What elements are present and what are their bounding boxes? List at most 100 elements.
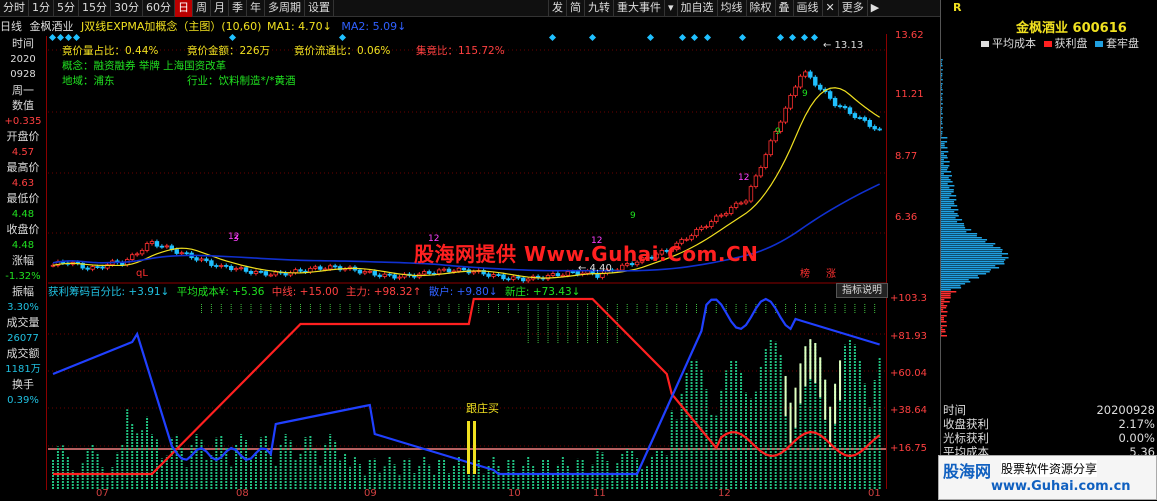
function-button[interactable]: ✕ bbox=[822, 0, 838, 17]
chip-bar bbox=[941, 327, 942, 329]
function-button[interactable]: 重大事件 bbox=[613, 0, 664, 17]
period-button[interactable]: 30分 bbox=[111, 0, 143, 17]
period-button[interactable]: 年 bbox=[247, 0, 265, 17]
candle bbox=[91, 267, 95, 270]
chip-bar bbox=[941, 229, 971, 231]
site-watermark-box: 股海网 股票软件资源分享 www.Guhai.com.cn bbox=[938, 455, 1157, 500]
candle bbox=[328, 266, 332, 269]
period-button[interactable]: 日 bbox=[175, 0, 193, 17]
function-button[interactable]: 叠 bbox=[775, 0, 793, 17]
signal-diamond bbox=[549, 34, 556, 41]
period-button[interactable]: 15分 bbox=[79, 0, 111, 17]
candle bbox=[700, 227, 704, 229]
candle bbox=[224, 265, 228, 266]
chip-bar bbox=[941, 281, 970, 283]
signal-diamond bbox=[739, 34, 746, 41]
function-button[interactable]: ▶ bbox=[867, 0, 882, 17]
function-button[interactable]: 均线 bbox=[717, 0, 746, 17]
chip-bar bbox=[941, 299, 944, 301]
chip-bar bbox=[941, 319, 944, 321]
function-button[interactable]: 更多 bbox=[838, 0, 867, 17]
candle bbox=[442, 269, 446, 270]
indicator-header: 获利筹码百分比: +3.91↓ 平均成本¥: +5.36 中线: +15.00 … bbox=[48, 284, 580, 299]
candle bbox=[398, 277, 402, 278]
site-logo-text: 股海网 bbox=[943, 458, 991, 482]
count-label: 12 bbox=[738, 173, 749, 183]
period-button[interactable]: 1分 bbox=[29, 0, 54, 17]
candle bbox=[160, 246, 164, 247]
chip-bar bbox=[941, 295, 951, 297]
candle bbox=[719, 215, 723, 216]
chip-stat-row: 时间20200928 bbox=[941, 403, 1157, 417]
chip-bar bbox=[941, 305, 947, 307]
function-button[interactable]: 简 bbox=[566, 0, 584, 17]
candle bbox=[185, 253, 189, 254]
new-dealer: 新庄: +73.43↓ bbox=[505, 286, 581, 298]
candle bbox=[502, 275, 506, 279]
chip-bar bbox=[941, 79, 943, 81]
signal-diamond bbox=[777, 34, 784, 41]
candle bbox=[457, 268, 461, 271]
candle bbox=[165, 246, 169, 247]
function-button[interactable]: ▾ bbox=[664, 0, 677, 17]
function-button[interactable]: 画线 bbox=[793, 0, 822, 17]
chip-bar bbox=[941, 211, 954, 213]
stock-name[interactable]: 金枫酒业 bbox=[30, 20, 74, 33]
period-button[interactable]: 60分 bbox=[143, 0, 175, 17]
candle bbox=[447, 269, 451, 272]
chip-bar bbox=[941, 231, 966, 233]
chip-bar bbox=[941, 293, 951, 295]
candle bbox=[145, 244, 149, 251]
function-button[interactable]: 加自选 bbox=[677, 0, 717, 17]
price-tick: 6.36 bbox=[895, 212, 917, 223]
chip-bar bbox=[941, 111, 942, 113]
chip-bar bbox=[941, 225, 964, 227]
period-button[interactable]: 5分 bbox=[54, 0, 79, 17]
candle bbox=[363, 272, 367, 274]
candle bbox=[487, 274, 491, 276]
chip-bar bbox=[941, 201, 954, 203]
chip-bar bbox=[941, 277, 979, 279]
candle bbox=[220, 265, 224, 266]
stock-title: 金枫酒业 600616 bbox=[1016, 17, 1127, 36]
quote-label: 时间 bbox=[0, 36, 46, 52]
candle bbox=[299, 270, 303, 272]
signal-diamond bbox=[57, 34, 64, 41]
function-buttons: 发简九转重大事件▾加自选均线除权叠画线✕更多▶ bbox=[548, 0, 882, 17]
chip-bar bbox=[941, 59, 943, 61]
signal-diamond bbox=[49, 34, 56, 41]
candle bbox=[566, 272, 570, 276]
industry: 行业：饮料制造*/*黄酒 bbox=[187, 73, 296, 88]
chip-bar bbox=[941, 69, 943, 71]
period-button[interactable]: 设置 bbox=[305, 0, 334, 17]
chip-bar bbox=[941, 127, 943, 129]
function-button[interactable]: 发 bbox=[548, 0, 566, 17]
candle bbox=[155, 242, 159, 247]
candle bbox=[818, 85, 822, 89]
chip-bar bbox=[941, 247, 1000, 249]
period-button[interactable]: 月 bbox=[211, 0, 229, 17]
period-button[interactable]: 多周期 bbox=[265, 0, 305, 17]
signal-diamond bbox=[679, 34, 686, 41]
candle bbox=[789, 95, 793, 108]
chip-bar bbox=[941, 135, 942, 137]
ql-mark: qL bbox=[136, 268, 148, 279]
month-tick: 11 bbox=[593, 488, 606, 499]
function-button[interactable]: 除权 bbox=[746, 0, 775, 17]
candle bbox=[388, 274, 392, 275]
chip-bar bbox=[941, 213, 958, 215]
chip-bar bbox=[941, 193, 951, 195]
period-button[interactable]: 季 bbox=[229, 0, 247, 17]
candle bbox=[739, 203, 743, 204]
indicator-help-button[interactable]: 指标说明 bbox=[836, 283, 888, 298]
bid-ratio: 集竟比：115.72% bbox=[416, 43, 505, 58]
candle bbox=[848, 108, 852, 114]
chip-bar bbox=[941, 255, 1002, 257]
period-button[interactable]: 周 bbox=[193, 0, 211, 17]
candle bbox=[814, 77, 818, 85]
period-button[interactable]: 分时 bbox=[0, 0, 29, 17]
chip-bar bbox=[941, 335, 947, 337]
function-button[interactable]: 九转 bbox=[584, 0, 613, 17]
indicator-name[interactable]: J双线EXPMA加概念（主图）(10,60) bbox=[81, 20, 261, 33]
chip-bar bbox=[941, 161, 950, 163]
